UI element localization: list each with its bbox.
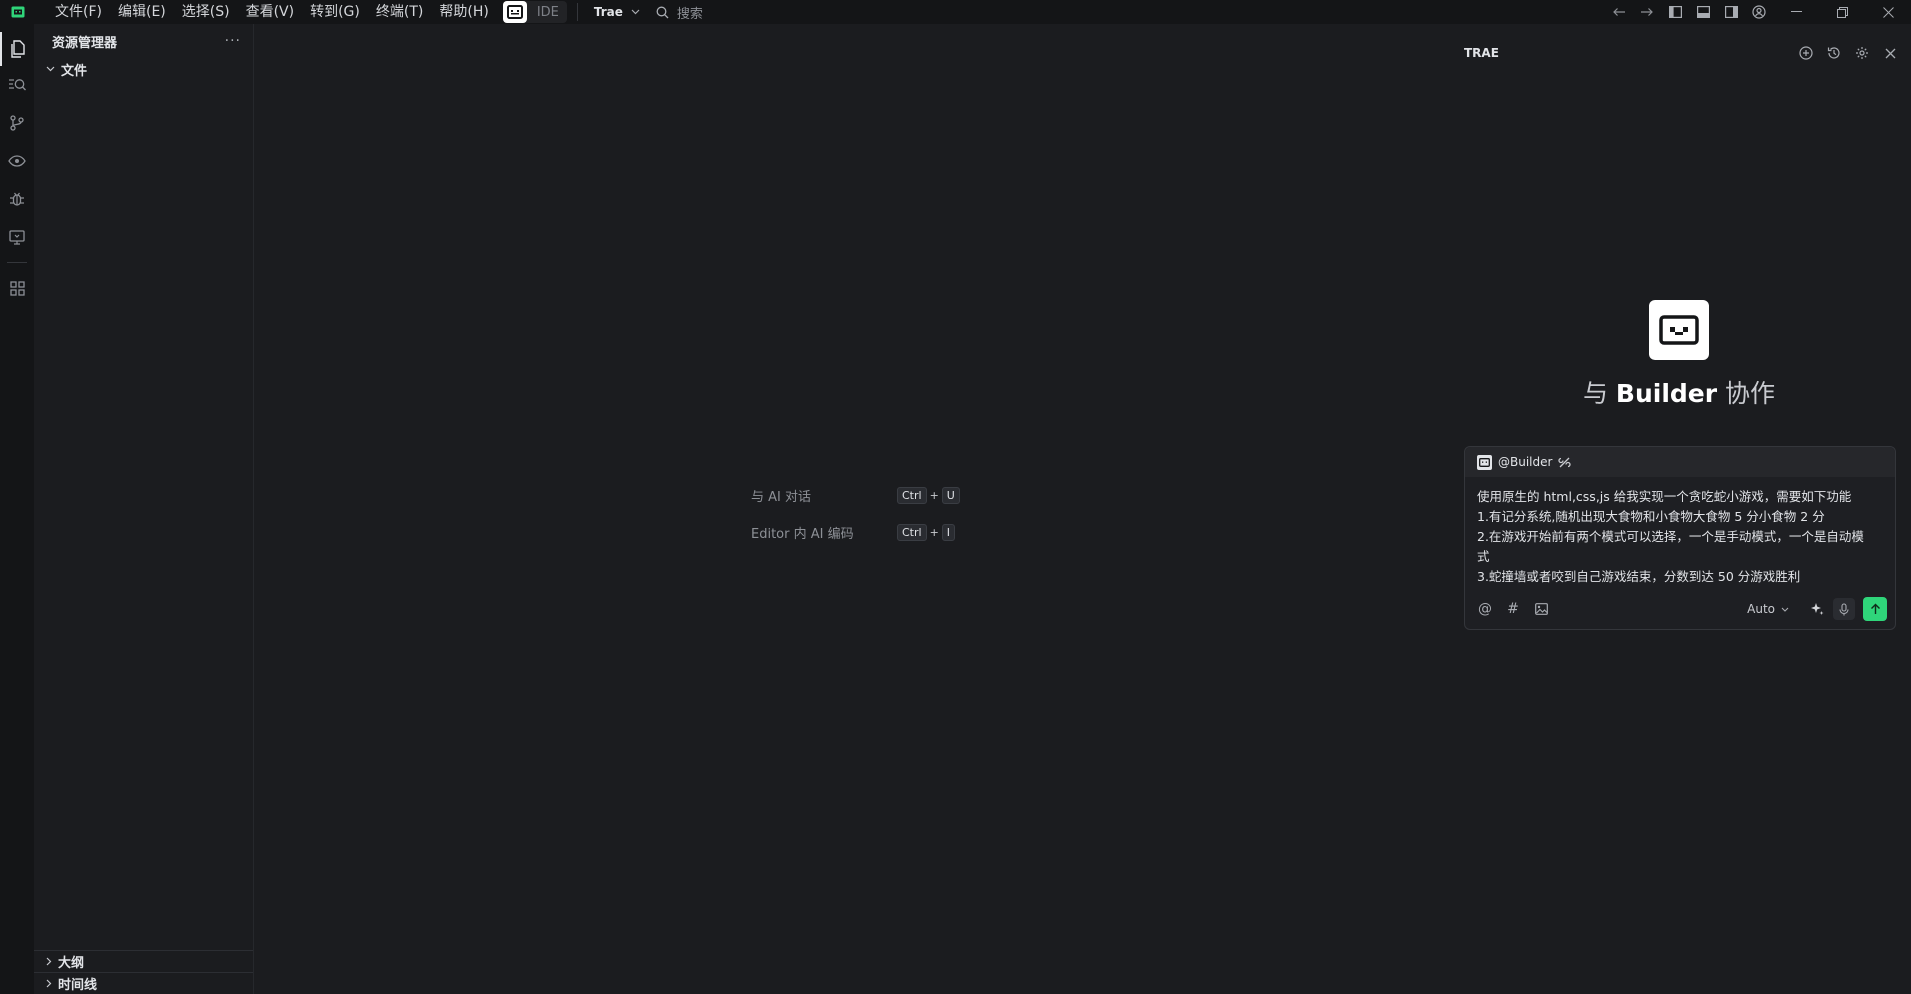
chat-toolbar-right: Auto xyxy=(1747,597,1887,621)
restore-icon[interactable] xyxy=(1819,0,1865,24)
panel-title: TRAE xyxy=(1464,46,1499,60)
chat-message-input[interactable]: 使用原生的 html,css,js 给我实现一个贪吃蛇小游戏，需要如下功能 1.… xyxy=(1465,477,1895,585)
menu-file[interactable]: 文件(F) xyxy=(47,0,110,24)
model-selector[interactable]: Auto xyxy=(1747,602,1789,616)
tools-icon[interactable] xyxy=(1558,456,1572,469)
explorer-title: 资源管理器 xyxy=(52,35,118,51)
remote-monitor-icon[interactable] xyxy=(0,218,34,256)
menu-go[interactable]: 转到(G) xyxy=(302,0,368,24)
ai-chat-panel: TRAE 与 Builder 协作 @Builder 使用原生的 html,cs… xyxy=(1447,32,1911,994)
search-icon xyxy=(656,6,669,18)
builder-mode-icon[interactable] xyxy=(502,1,527,23)
panel-actions xyxy=(1797,44,1899,62)
command-search[interactable]: 搜索 xyxy=(656,3,703,22)
menu-selection[interactable]: 选择(S) xyxy=(174,0,238,24)
heading-prefix: 与 xyxy=(1582,379,1608,408)
chat-toolbar-left: @ # xyxy=(1477,601,1549,617)
key-cap: I xyxy=(941,523,956,541)
chevron-down-icon xyxy=(1781,607,1789,612)
activity-bar xyxy=(0,24,34,994)
menu-edit[interactable]: 编辑(E) xyxy=(110,0,174,24)
toggle-right-panel-icon[interactable] xyxy=(1717,0,1745,24)
chevron-down-icon xyxy=(631,9,640,15)
back-arrow-icon[interactable] xyxy=(1605,0,1633,24)
forward-arrow-icon[interactable] xyxy=(1633,0,1661,24)
agent-mention-label: @Builder xyxy=(1498,455,1553,469)
extensions-icon[interactable] xyxy=(0,269,34,307)
hint-ai-chat: 与 AI 对话 Ctrl + U xyxy=(751,483,960,507)
hint-inline-ai: Editor 内 AI 编码 Ctrl + I xyxy=(751,520,960,544)
more-actions-icon[interactable]: ··· xyxy=(225,33,241,49)
shortcut-keys: Ctrl + U xyxy=(897,486,960,504)
divider xyxy=(576,3,578,21)
explorer-icon[interactable] xyxy=(0,32,34,66)
heading-suffix: 协作 xyxy=(1725,379,1776,408)
folder-files-row[interactable]: 文件 xyxy=(34,58,253,80)
key-cap: U xyxy=(941,486,960,504)
toggle-left-panel-icon[interactable] xyxy=(1661,0,1689,24)
account-icon[interactable] xyxy=(1745,0,1773,24)
settings-gear-icon[interactable] xyxy=(1853,44,1871,62)
chevron-down-icon xyxy=(46,66,55,72)
image-upload-icon[interactable] xyxy=(1533,601,1549,617)
trae-dropdown-label: Trae xyxy=(593,5,623,19)
outline-label: 大纲 xyxy=(58,956,85,971)
shortcut-hints: 与 AI 对话 Ctrl + U Editor 内 AI 编码 Ctrl + I xyxy=(751,483,960,557)
close-panel-icon[interactable] xyxy=(1881,44,1899,62)
mention-at-icon[interactable]: @ xyxy=(1477,601,1493,617)
menu-terminal[interactable]: 终端(T) xyxy=(368,0,431,24)
panel-header: TRAE xyxy=(1447,32,1911,74)
builder-hero: 与 Builder 协作 xyxy=(1447,300,1911,410)
explorer-sidebar: 资源管理器 ··· 文件 大纲 时间线 xyxy=(34,24,254,994)
search-panel-icon[interactable] xyxy=(0,66,34,104)
folder-label: 文件 xyxy=(61,63,88,79)
history-icon[interactable] xyxy=(1825,44,1843,62)
minimize-icon[interactable] xyxy=(1773,0,1819,24)
source-control-icon[interactable] xyxy=(0,104,34,142)
new-chat-icon[interactable] xyxy=(1797,44,1815,62)
ide-mode-label[interactable]: IDE xyxy=(537,5,559,20)
ide-mode-switch[interactable]: IDE xyxy=(502,1,567,23)
outline-section[interactable]: 大纲 xyxy=(34,950,253,972)
builder-heading: 与 Builder 协作 xyxy=(1447,374,1911,410)
builder-agent-icon xyxy=(1477,454,1492,470)
search-placeholder: 搜索 xyxy=(676,6,703,22)
microphone-icon[interactable] xyxy=(1833,598,1855,620)
chevron-right-icon xyxy=(46,957,52,966)
heading-agent-name: Builder xyxy=(1615,379,1718,408)
toggle-bottom-panel-icon[interactable] xyxy=(1689,0,1717,24)
debug-icon[interactable] xyxy=(0,180,34,218)
preview-eye-icon[interactable] xyxy=(0,142,34,180)
title-bar: 文件(F) 编辑(E) 选择(S) 查看(V) 转到(G) 终端(T) 帮助(H… xyxy=(0,0,1911,24)
key-cap: Ctrl xyxy=(897,486,927,504)
hint-label: 与 AI 对话 xyxy=(751,489,811,505)
timeline-section[interactable]: 时间线 xyxy=(34,972,253,994)
timeline-label: 时间线 xyxy=(58,978,98,993)
sparkle-enhance-icon[interactable] xyxy=(1809,601,1825,617)
menu-help[interactable]: 帮助(H) xyxy=(431,0,496,24)
chat-input-box[interactable]: @Builder 使用原生的 html,css,js 给我实现一个贪吃蛇小游戏，… xyxy=(1464,446,1896,630)
close-window-icon[interactable] xyxy=(1865,0,1911,24)
chat-toolbar: @ # Auto xyxy=(1465,589,1895,629)
context-hash-icon[interactable]: # xyxy=(1505,601,1521,617)
key-cap: Ctrl xyxy=(897,523,927,541)
model-selector-label: Auto xyxy=(1747,602,1775,616)
editor-area[interactable]: 与 AI 对话 Ctrl + U Editor 内 AI 编码 Ctrl + I xyxy=(257,32,1443,994)
agent-context-bar: @Builder xyxy=(1465,447,1895,477)
menu-view[interactable]: 查看(V) xyxy=(238,0,303,24)
title-bar-controls xyxy=(1605,0,1911,24)
explorer-header: 资源管理器 ··· xyxy=(34,24,253,58)
send-button[interactable] xyxy=(1863,597,1887,621)
chevron-right-icon xyxy=(46,979,52,988)
arrow-up-icon xyxy=(1870,603,1880,614)
trae-app-icon xyxy=(9,3,27,21)
trae-dropdown[interactable]: Trae xyxy=(588,5,646,19)
shortcut-keys: Ctrl + I xyxy=(897,523,956,541)
hint-label: Editor 内 AI 编码 xyxy=(751,526,854,542)
builder-logo-icon xyxy=(1649,300,1709,360)
activity-divider xyxy=(7,262,27,263)
sidebar-bottom-sections: 大纲 时间线 xyxy=(34,950,253,994)
